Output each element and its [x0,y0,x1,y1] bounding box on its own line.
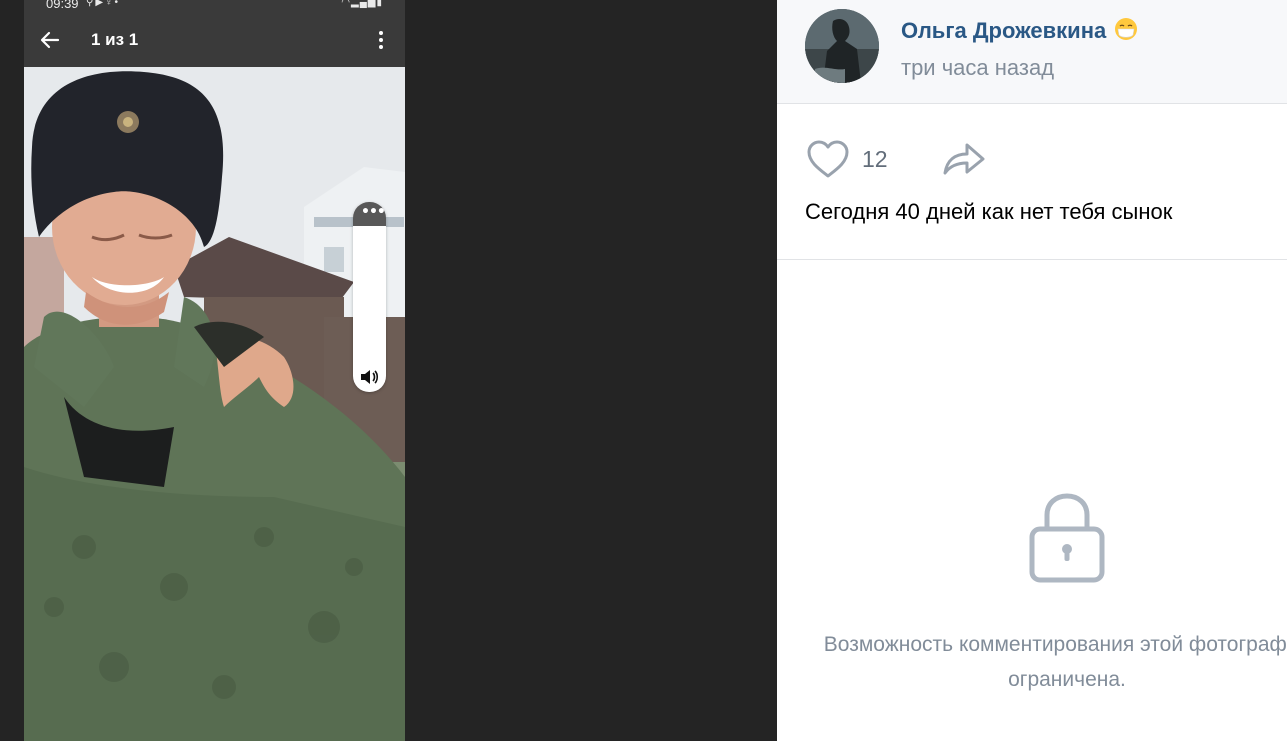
youtube-icon: ▶ [95,0,106,8]
author-header: Ольга Дрожевкина три часа назад [777,0,1287,104]
volume-menu-dots: ••• [361,204,386,220]
photo-caption: Сегодня 40 дней как нет тебя сынок [805,199,1173,224]
signal-icon: ▂▄▆ [351,0,377,8]
author-name-text: Ольга Дрожевкина [901,18,1107,43]
status-icons-right: ◠▂▄▆▮ [341,0,383,8]
post-actions: 12 Сегодня 40 дней как нет тебя сынок [777,104,1287,260]
more-vertical-icon[interactable] [371,28,391,52]
viewer-toolbar: 1 из 1 [24,14,405,67]
battery-icon: ▮ [376,0,383,8]
photo[interactable]: ••• [24,67,405,741]
face-with-medical-mask-icon [1115,18,1138,41]
photo-image [24,67,405,741]
volume-menu-handle[interactable]: ••• [353,202,386,226]
comments-area: Возможность комментирования этой фотогра… [777,260,1287,741]
lock-icon [1029,493,1105,583]
odnoklassniki-icon: ♀ [105,0,115,8]
search-icon: ⚲ [86,0,96,8]
status-icons-left: ⚲▶♀• [86,0,120,8]
like-count[interactable]: 12 [862,146,888,173]
photo-info-panel: Ольга Дрожевкина три часа назад 12 Сегод… [777,0,1287,741]
volume-control[interactable]: ••• [353,202,386,392]
share-icon[interactable] [941,140,987,178]
avatar[interactable] [805,9,879,83]
status-bar: 09:39 ⚲▶♀• ◠▂▄▆▮ [24,0,405,14]
comments-restricted-message: Возможность комментирования этой фотогра… [823,633,1287,691]
speaker-icon[interactable] [360,369,379,385]
heart-icon[interactable] [805,138,851,180]
avatar-image [805,9,879,83]
post-time: три часа назад [901,55,1055,80]
author-name[interactable]: Ольга Дрожевкина [901,18,1138,44]
dot-icon: • [114,0,121,8]
photo-counter: 1 из 1 [91,30,139,49]
phone-screenshot: 09:39 ⚲▶♀• ◠▂▄▆▮ 1 из 1 ••• [24,0,405,741]
wifi-icon: ◠ [341,0,352,8]
arrow-left-icon[interactable] [38,28,62,52]
photo-viewer: 09:39 ⚲▶♀• ◠▂▄▆▮ 1 из 1 ••• [0,0,777,741]
status-time: 09:39 [46,0,79,11]
